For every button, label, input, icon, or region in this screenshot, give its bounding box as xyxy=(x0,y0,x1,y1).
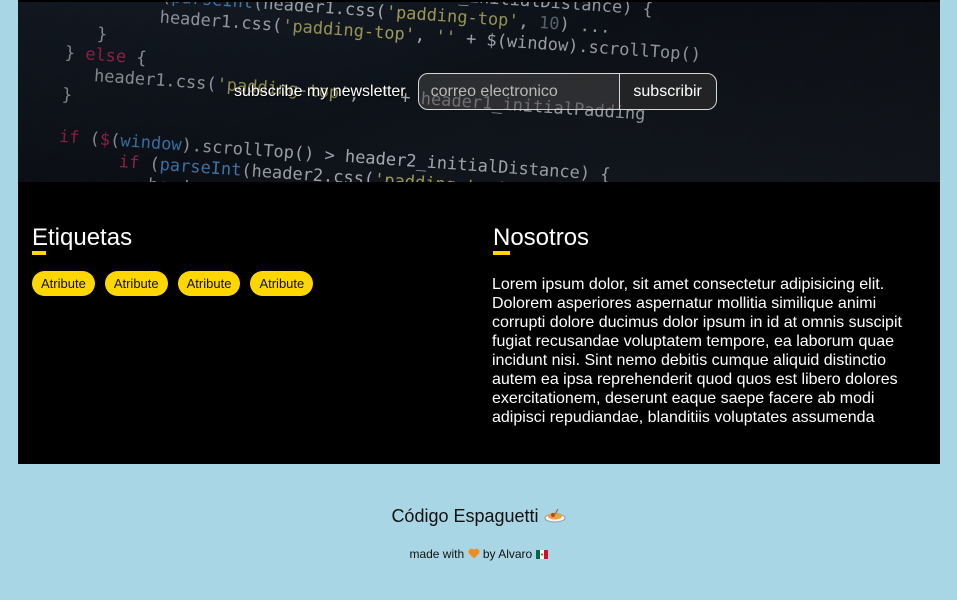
content-frame: if ($(window).scrollTop() > header1_init… xyxy=(18,0,940,464)
site-name: Código Espaguetti xyxy=(391,506,539,526)
tag-chip[interactable]: Atribute xyxy=(177,271,241,296)
newsletter-label: subscribe my newsletter xyxy=(234,82,406,100)
tags-list: Atribute Atribute Atribute Atribute xyxy=(32,271,314,296)
about-title-underline xyxy=(493,251,510,255)
footer-credits: made with by Alvaro xyxy=(0,547,957,562)
footer-title: Código Espaguetti xyxy=(0,506,957,528)
tags-section-title: Etiquetas xyxy=(32,224,133,251)
mexico-flag-icon xyxy=(535,548,548,562)
tag-chip[interactable]: Atribute xyxy=(32,271,95,296)
heart-icon xyxy=(467,548,480,562)
tag-chip[interactable]: Atribute xyxy=(250,271,314,296)
tag-chip[interactable]: Atribute xyxy=(104,271,168,296)
subscribe-button[interactable]: subscribir xyxy=(618,74,716,109)
about-section-title: Nosotros xyxy=(493,224,590,251)
made-with-text: made with xyxy=(409,547,465,561)
tags-title-underline xyxy=(32,251,46,255)
newsletter-input-group: subscribir xyxy=(417,73,717,110)
about-text: Lorem ipsum dolor, sit amet consectetur … xyxy=(492,276,902,426)
newsletter-form: subscribe my newsletter subscribir xyxy=(234,73,717,110)
spaghetti-icon xyxy=(544,507,566,528)
author-text: by Alvaro xyxy=(482,547,533,561)
email-input[interactable] xyxy=(418,74,619,109)
